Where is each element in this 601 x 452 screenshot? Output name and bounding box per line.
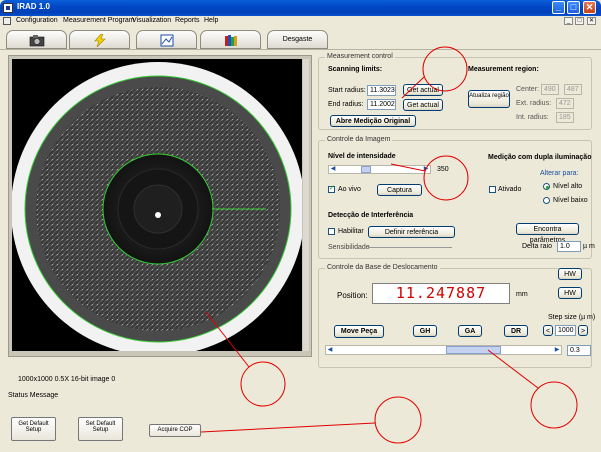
annotation-circle-acquire bbox=[374, 396, 422, 444]
red-annotation-overlay bbox=[200, 46, 578, 444]
annotation-circle-get-actual bbox=[422, 46, 468, 92]
annotation-line-image bbox=[205, 311, 250, 368]
annotation-line-slider bbox=[487, 349, 539, 389]
annotation-circle-image bbox=[240, 361, 286, 407]
annotation-line-acquire bbox=[200, 422, 376, 433]
annotation-line-intensity bbox=[390, 163, 426, 172]
annotation-circle-intensity bbox=[423, 155, 469, 201]
annotation-circle-slider bbox=[530, 381, 578, 429]
annotation-line-get-actual bbox=[401, 76, 425, 99]
